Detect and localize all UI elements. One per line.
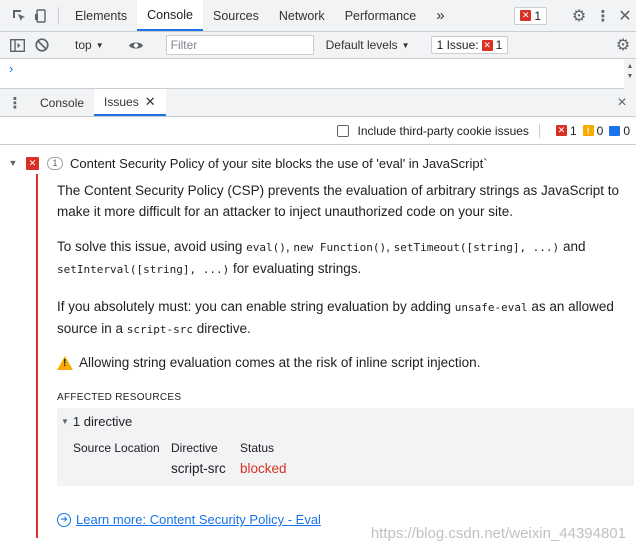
close-icon[interactable]: ✕ — [614, 6, 636, 26]
issue-workaround: If you absolutely must: you can enable s… — [57, 299, 614, 336]
code-script-src: script-src — [126, 323, 194, 336]
issue-info-count: 0 — [609, 124, 630, 138]
error-icon: ✕ — [520, 10, 532, 21]
console-settings-gear-icon[interactable]: ⚙ — [610, 35, 636, 55]
drawer-tab-issues-label: Issues — [104, 94, 139, 109]
expand-triangle-icon[interactable]: ▼ — [61, 417, 69, 426]
error-count: 1 — [569, 123, 577, 138]
levels-label: Default levels — [325, 38, 398, 52]
expand-triangle-icon[interactable]: ▼ — [0, 158, 26, 168]
drawer-tab-bar: ⋮ Console Issues ✕ × — [0, 89, 636, 117]
inspect-element-icon[interactable] — [8, 0, 30, 31]
divider — [58, 7, 59, 24]
console-scrollbar[interactable]: ▲ ▼ — [624, 59, 636, 89]
error-icon: ✕ — [26, 156, 39, 170]
device-toolbar-icon[interactable] — [30, 0, 52, 31]
issue-warning-count: ! 0 — [582, 123, 604, 138]
tab-sources[interactable]: Sources — [203, 0, 269, 31]
more-tabs-button[interactable]: » — [426, 0, 454, 31]
eye-icon[interactable] — [123, 40, 149, 51]
arrow-right-circle-icon: ➔ — [57, 512, 71, 527]
issue-description: The Content Security Policy (CSP) preven… — [57, 183, 619, 219]
learn-more-text[interactable]: Learn more: Content Security Policy - Ev… — [76, 512, 321, 527]
filter-input[interactable]: Filter — [165, 35, 314, 55]
column-header-directive: Directive — [171, 441, 218, 455]
tab-performance[interactable]: Performance — [335, 0, 427, 31]
resources-table: Source Location Directive Status script-… — [73, 441, 634, 476]
log-levels-selector[interactable]: Default levels ▼ — [320, 38, 416, 52]
issues-counter-button[interactable]: 1 Issue: ✕ 1 — [430, 36, 509, 54]
info-message-icon — [609, 125, 621, 136]
issue-details: The Content Security Policy (CSP) preven… — [36, 174, 634, 538]
close-tab-icon[interactable]: ✕ — [145, 94, 156, 110]
chevron-down-icon: ▼ — [95, 40, 104, 50]
error-count: 1 — [534, 8, 541, 23]
issue-count-badge: 1 — [47, 156, 63, 170]
issue-solution: To solve this issue, avoid using eval(),… — [57, 239, 586, 276]
issue-header[interactable]: ▼ ✕ 1 Content Security Policy of your si… — [0, 149, 636, 177]
console-toolbar: top ▼ Filter Default levels ▼ 1 Issue: ✕… — [0, 32, 636, 59]
code-settimeout: setTimeout([string], ...) — [393, 241, 560, 254]
tab-elements[interactable]: Elements — [65, 0, 137, 31]
close-drawer-icon[interactable]: × — [608, 89, 636, 116]
context-selector[interactable]: top ▼ — [69, 38, 110, 52]
affected-resources-panel: ▼ 1 directive Source Location Directive … — [57, 408, 634, 486]
code-new-function: new Function() — [293, 241, 387, 254]
warning-text: Allowing string evaluation comes at the … — [79, 355, 481, 370]
issue-error-count: ✕ 1 — [555, 123, 577, 138]
affected-resources-heading: AFFECTED RESOURCES — [57, 392, 182, 403]
status-cell: blocked — [240, 461, 287, 476]
info-count: 0 — [623, 123, 630, 138]
warning-triangle-icon — [57, 355, 73, 370]
issue-warning: Allowing string evaluation comes at the … — [38, 355, 634, 370]
issues-count: 1 — [495, 38, 503, 52]
third-party-label[interactable]: Include third-party cookie issues — [358, 124, 529, 138]
code-unsafe-eval: unsafe-eval — [454, 301, 528, 314]
issue-title: Content Security Policy of your site blo… — [70, 155, 488, 171]
kebab-menu-icon[interactable]: ⋮ — [592, 7, 614, 25]
context-label: top — [75, 38, 92, 52]
console-output[interactable]: › ▲ ▼ — [0, 59, 636, 89]
scroll-up-arrow-icon[interactable]: ▲ — [624, 63, 636, 70]
warning-icon: ! — [582, 125, 594, 136]
column-header-status: Status — [240, 441, 275, 455]
console-prompt[interactable]: › — [9, 61, 13, 76]
code-setinterval: setInterval([string], ...) — [57, 263, 230, 276]
error-icon: ✕ — [555, 125, 567, 136]
resource-summary: 1 directive — [72, 414, 133, 429]
drawer-tab-console[interactable]: Console — [30, 89, 94, 116]
error-icon: ✕ — [481, 39, 493, 51]
issues-label: 1 Issue: — [436, 38, 479, 52]
chevron-down-icon: ▼ — [401, 40, 410, 50]
warning-count: 0 — [596, 123, 604, 138]
third-party-checkbox[interactable] — [336, 124, 349, 137]
drawer-menu-icon[interactable]: ⋮ — [0, 89, 30, 116]
resource-summary-toggle[interactable]: ▼ 1 directive — [61, 414, 634, 429]
gear-icon[interactable]: ⚙ — [566, 6, 592, 26]
drawer-tab-issues[interactable]: Issues ✕ — [94, 89, 166, 116]
scroll-down-arrow-icon[interactable]: ▼ — [624, 73, 636, 80]
error-count-badge[interactable]: ✕ 1 — [514, 6, 547, 25]
devtools-tab-bar: Elements Console Sources Network Perform… — [0, 0, 636, 32]
directive-cell: script-src — [171, 461, 226, 476]
code-eval: eval() — [246, 241, 286, 254]
watermark: https://blog.csdn.net/weixin_44394801 — [370, 525, 626, 542]
column-header-source-location: Source Location — [73, 441, 160, 455]
clear-console-icon[interactable] — [28, 38, 56, 52]
show-sidebar-icon[interactable] — [6, 38, 28, 52]
issues-toolbar: Include third-party cookie issues ✕ 1 ! … — [0, 117, 636, 145]
tab-console[interactable]: Console — [137, 0, 203, 31]
divider — [538, 123, 540, 138]
source-location-cell — [73, 461, 171, 476]
tab-network[interactable]: Network — [269, 0, 335, 31]
